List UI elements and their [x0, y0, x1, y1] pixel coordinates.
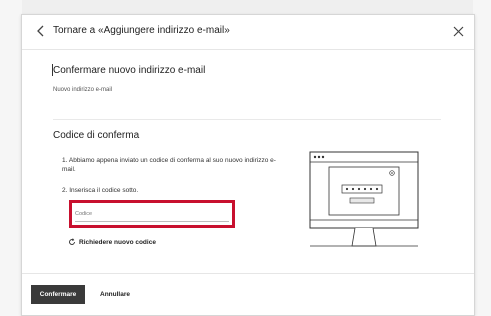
section-divider — [53, 119, 441, 120]
new-email-title: Confermare nuovo indirizzo e-mail — [53, 65, 206, 76]
dialog-footer: Confermare Annullare — [22, 273, 474, 316]
background-panel-right — [473, 0, 491, 316]
new-email-field-label: Nuovo indirizzo e-mail — [53, 87, 113, 93]
confirm-email-dialog: Tornare a «Aggiungere indirizzo e-mail» … — [21, 14, 475, 316]
chevron-left-icon[interactable] — [34, 24, 48, 38]
monitor-email-illustration — [309, 151, 419, 247]
code-input[interactable] — [75, 206, 229, 222]
resend-code-link[interactable]: Richiedere nuovo codice — [69, 238, 156, 246]
refresh-icon — [69, 238, 75, 245]
background-panel-left — [0, 0, 22, 316]
cancel-button[interactable]: Annullare — [100, 285, 130, 304]
code-input-underline — [75, 221, 229, 222]
confirm-button[interactable]: Confermare — [31, 285, 85, 304]
instruction-step-2: 2. Inserisca il codice sotto. — [62, 187, 139, 194]
instruction-step-1: 1. Abbiamo appena inviato un codice di c… — [62, 157, 276, 173]
back-link-title[interactable]: Tornare a «Aggiungere indirizzo e-mail» — [53, 25, 230, 36]
code-field-highlight — [69, 200, 235, 228]
dialog-header: Tornare a «Aggiungere indirizzo e-mail» — [22, 15, 474, 50]
close-icon[interactable] — [453, 26, 464, 37]
confirmation-code-title: Codice di conferma — [53, 130, 140, 141]
resend-code-label: Richiedere nuovo codice — [79, 239, 156, 246]
